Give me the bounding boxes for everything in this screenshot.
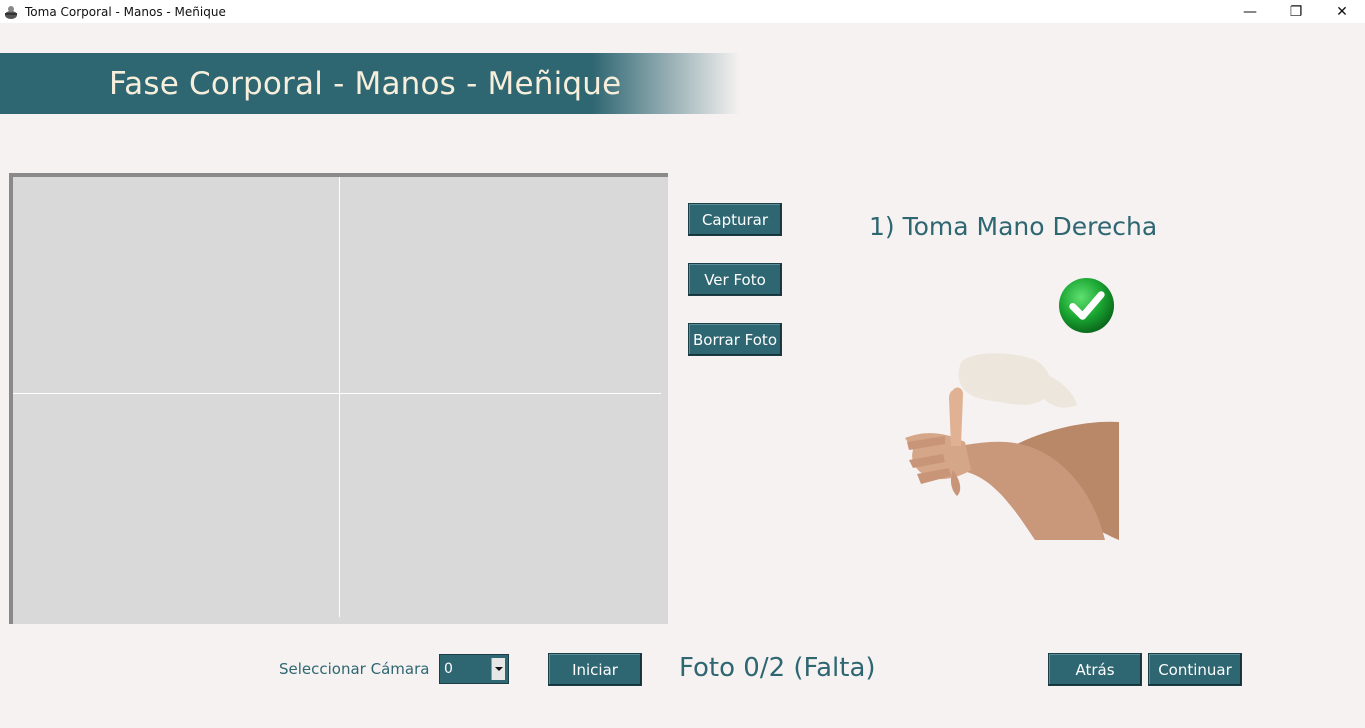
delete-photo-button[interactable]: Borrar Foto xyxy=(688,323,782,356)
photo-status: Foto 0/2 (Falta) xyxy=(679,653,876,683)
close-button[interactable]: ✕ xyxy=(1319,0,1365,23)
step-title: 1) Toma Mano Derecha xyxy=(869,212,1158,241)
preview-grid-vertical xyxy=(339,177,340,617)
chevron-down-icon[interactable] xyxy=(491,658,505,680)
check-circle-icon xyxy=(1057,276,1116,335)
pinky-finger-hand-illustration xyxy=(905,350,1120,542)
view-photo-button[interactable]: Ver Foto xyxy=(688,263,782,296)
minimize-button[interactable]: — xyxy=(1227,0,1273,23)
camera-select[interactable]: 0 xyxy=(439,654,509,684)
back-button[interactable]: Atrás xyxy=(1048,653,1142,686)
app-icon xyxy=(3,4,19,20)
continue-button[interactable]: Continuar xyxy=(1148,653,1242,686)
capture-button[interactable]: Capturar xyxy=(688,203,782,236)
header-banner: Fase Corporal - Manos - Meñique xyxy=(0,53,740,114)
page-title: Fase Corporal - Manos - Meñique xyxy=(109,65,622,102)
window-title: Toma Corporal - Manos - Meñique xyxy=(25,4,226,19)
restore-button[interactable]: ❐ xyxy=(1273,0,1319,23)
camera-preview xyxy=(9,173,668,624)
start-button[interactable]: Iniciar xyxy=(548,653,642,686)
window-titlebar: Toma Corporal - Manos - Meñique — ❐ ✕ xyxy=(0,0,1365,23)
preview-grid-horizontal xyxy=(13,393,661,394)
camera-select-value: 0 xyxy=(444,661,453,677)
close-icon: ✕ xyxy=(1336,3,1348,20)
minimize-icon: — xyxy=(1243,3,1257,20)
restore-icon: ❐ xyxy=(1289,3,1303,20)
camera-select-label: Seleccionar Cámara xyxy=(279,660,430,678)
